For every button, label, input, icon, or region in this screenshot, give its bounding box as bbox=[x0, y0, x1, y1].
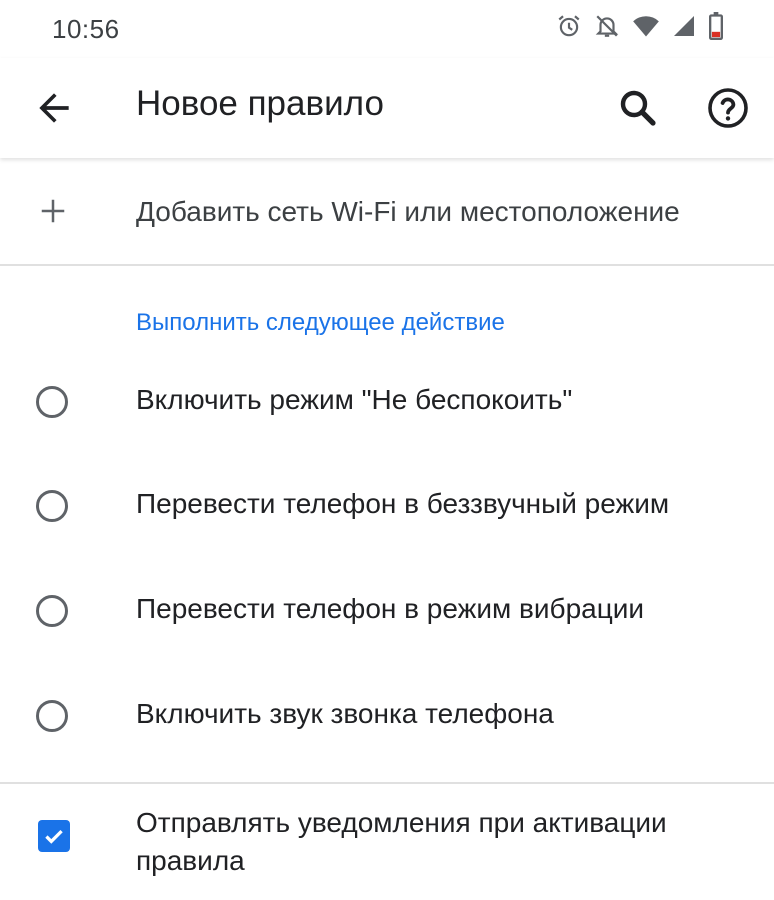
app-bar: Новое правило bbox=[0, 58, 774, 158]
radio-option-label: Перевести телефон в беззвучный режим bbox=[136, 488, 670, 519]
status-icons bbox=[556, 12, 724, 40]
search-button[interactable] bbox=[614, 84, 662, 132]
help-icon bbox=[704, 88, 752, 136]
notifications-off-icon bbox=[594, 13, 620, 39]
radio-button-unchecked[interactable] bbox=[36, 700, 68, 732]
back-arrow-icon bbox=[32, 93, 76, 134]
page-title: Новое правило bbox=[136, 84, 384, 123]
alarm-icon bbox=[556, 13, 582, 39]
battery-low-icon bbox=[708, 12, 724, 40]
wifi-icon bbox=[632, 13, 660, 39]
radio-option-dnd[interactable]: Включить режим "Не беспокоить" bbox=[0, 352, 774, 456]
radio-option-label: Включить звук звонка телефона bbox=[136, 698, 554, 729]
help-button[interactable] bbox=[704, 84, 752, 132]
cell-signal-icon bbox=[672, 14, 696, 38]
section-header-action: Выполнить следующее действие bbox=[136, 309, 505, 336]
radio-button-unchecked[interactable] bbox=[36, 386, 68, 418]
search-icon bbox=[614, 90, 662, 136]
status-bar: 10:56 bbox=[0, 0, 774, 58]
radio-button-unchecked[interactable] bbox=[36, 595, 68, 627]
notify-label: Отправлять уведомления при активации пра… bbox=[136, 807, 667, 876]
plus-icon bbox=[38, 196, 68, 226]
radio-button-unchecked[interactable] bbox=[36, 490, 68, 522]
radio-option-ring[interactable]: Включить звук звонка телефона bbox=[0, 666, 774, 770]
checkmark-icon bbox=[45, 829, 63, 844]
radio-option-label: Включить режим "Не беспокоить" bbox=[136, 384, 573, 415]
radio-option-label: Перевести телефон в режим вибрации bbox=[136, 593, 645, 624]
status-time: 10:56 bbox=[52, 14, 120, 44]
radio-option-silent[interactable]: Перевести телефон в беззвучный режим bbox=[0, 456, 774, 560]
radio-option-vibrate[interactable]: Перевести телефон в режим вибрации bbox=[0, 561, 774, 665]
back-button[interactable] bbox=[32, 86, 76, 130]
add-wifi-or-location-label: Добавить сеть Wi-Fi или местоположение bbox=[136, 196, 680, 227]
notify-on-activation-row[interactable]: Отправлять уведомления при активации пра… bbox=[0, 784, 774, 900]
notify-checkbox[interactable] bbox=[38, 820, 70, 852]
add-wifi-or-location-row[interactable]: Добавить сеть Wi-Fi или местоположение bbox=[0, 160, 774, 266]
